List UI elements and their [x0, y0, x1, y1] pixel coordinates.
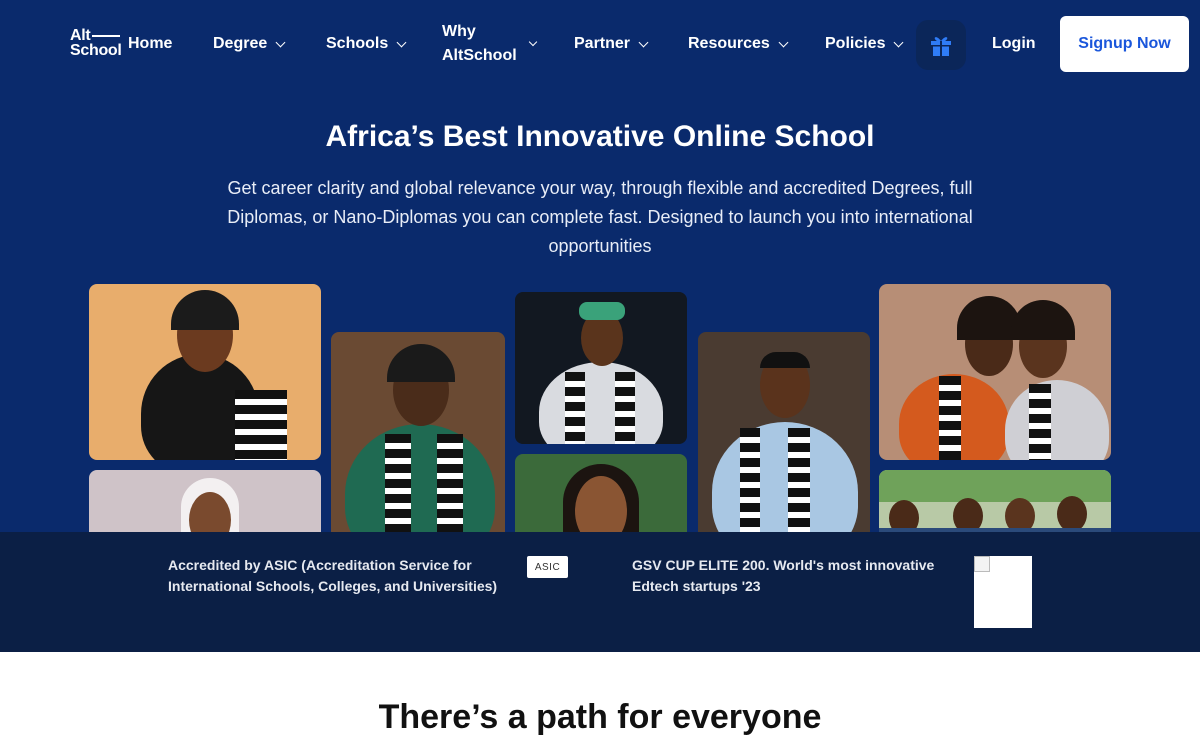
nav-why-line1: Why: [442, 23, 476, 40]
nav-resources-label: Resources: [688, 35, 770, 52]
student-photo: [698, 332, 870, 532]
nav-schools[interactable]: Schools: [326, 0, 407, 88]
chevron-down-icon: [528, 37, 538, 47]
student-photo: [89, 470, 321, 532]
nav-partner-label: Partner: [574, 35, 631, 52]
chevron-down-icon: [396, 37, 407, 47]
broken-image-icon: [974, 556, 990, 572]
gsv-badge-image: [974, 556, 1032, 628]
asic-logo: ASIC: [527, 556, 568, 578]
login-link[interactable]: Login: [992, 0, 1036, 88]
nav-why-altschool[interactable]: Why AltSchool: [442, 0, 538, 88]
asic-accreditation-text: Accredited by ASIC (Accreditation Servic…: [168, 557, 498, 594]
asic-logo-text: ASIC: [534, 561, 561, 573]
chevron-down-icon: [638, 37, 649, 47]
nav-schools-label: Schools: [326, 35, 389, 52]
nav-home-label: Home: [128, 35, 173, 52]
nav-resources[interactable]: Resources: [688, 0, 789, 88]
top-nav: Alt School Home Degree Schools Why AltSc…: [0, 0, 1200, 88]
login-label: Login: [992, 35, 1036, 52]
chevron-down-icon: [778, 37, 789, 47]
path-section-title: There’s a path for everyone: [378, 698, 822, 736]
student-photo: [331, 332, 505, 532]
hero-title: Africa’s Best Innovative Online School: [325, 120, 875, 153]
student-photo: [879, 470, 1111, 532]
nav-degree[interactable]: Degree: [213, 0, 286, 88]
nav-home[interactable]: Home: [128, 0, 172, 88]
nav-degree-label: Degree: [213, 35, 268, 52]
signup-button[interactable]: Signup Now: [1060, 16, 1189, 72]
student-photo: [879, 284, 1111, 460]
student-photo: [515, 292, 687, 444]
gift-button[interactable]: [916, 20, 966, 70]
nav-partner[interactable]: Partner: [574, 0, 649, 88]
nav-why-line2: AltSchool: [442, 47, 517, 64]
nav-policies[interactable]: Policies: [825, 0, 904, 88]
altschool-logo[interactable]: Alt School: [70, 28, 126, 60]
student-photo: [515, 454, 687, 532]
nav-policies-label: Policies: [825, 35, 886, 52]
nav-why-altschool-label: Why AltSchool: [442, 20, 528, 68]
hero-subtitle: Get career clarity and global relevance …: [227, 178, 973, 256]
hero-section: Alt School Home Degree Schools Why AltSc…: [0, 0, 1200, 532]
chevron-down-icon: [275, 37, 286, 47]
logo-text-school: School: [70, 42, 122, 59]
gift-icon: [931, 37, 951, 56]
chevron-down-icon: [894, 37, 904, 47]
gsv-award-text: GSV CUP ELITE 200. World's most innovati…: [632, 557, 935, 594]
student-photo: [89, 284, 321, 460]
